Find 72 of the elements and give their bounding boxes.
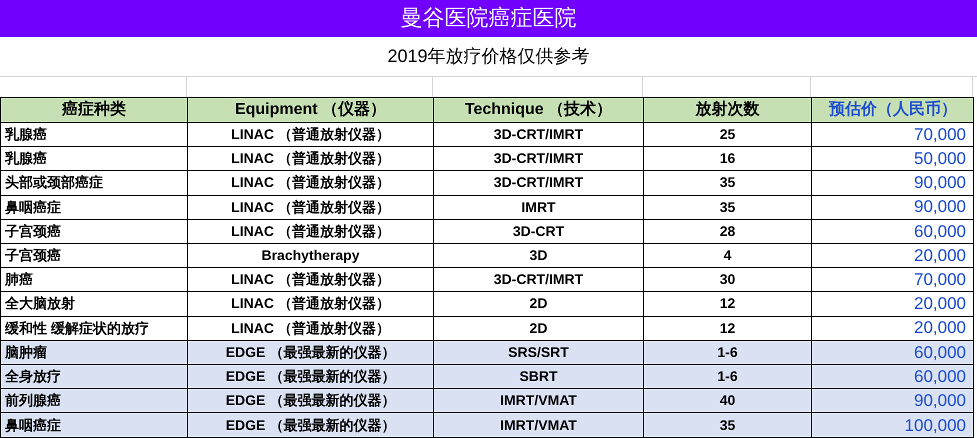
column-header: 癌症种类 bbox=[1, 98, 188, 122]
table-cell: LINAC （普通放射仪器） bbox=[188, 196, 434, 219]
table-cell: SRS/SRT bbox=[434, 340, 644, 364]
table-cell: 1-6 bbox=[644, 340, 812, 364]
table-cell: EDGE （最强最新的仪器） bbox=[188, 340, 434, 364]
table-cell: IMRT/VMAT bbox=[434, 389, 644, 412]
table-cell: LINAC （普通放射仪器） bbox=[188, 292, 434, 316]
table-cell: 2D bbox=[434, 292, 644, 316]
table-cell: 鼻咽癌症 bbox=[1, 196, 188, 219]
table-cell: LINAC （普通放射仪器） bbox=[188, 171, 434, 195]
sheet-subtitle: 2019年放疗价格仅供参考 bbox=[0, 37, 977, 77]
table-cell-text: 100,000 bbox=[904, 414, 967, 437]
table-cell: 35 bbox=[644, 413, 812, 438]
table-cell: 40 bbox=[644, 389, 812, 412]
table-cell: 乳腺癌 bbox=[1, 123, 188, 146]
table-cell: 鼻咽癌症 bbox=[1, 413, 188, 438]
table-cell-text: 50,000 bbox=[913, 148, 967, 170]
table-cell: 3D-CRT/IMRT bbox=[434, 171, 644, 195]
table-cell: 12 bbox=[644, 316, 812, 340]
table-cell: 3D-CRT/IMRT bbox=[434, 147, 644, 170]
table-cell: 25 bbox=[644, 123, 812, 146]
table-cell: 子宫颈癌 bbox=[1, 244, 188, 268]
table-cell: IMRT/VMAT bbox=[434, 413, 644, 438]
table-cell: LINAC （普通放射仪器） bbox=[188, 123, 434, 146]
table-cell: 前列腺癌 bbox=[1, 389, 188, 412]
table-cell: LINAC （普通放射仪器） bbox=[188, 147, 434, 170]
table-cell: LINAC （普通放射仪器） bbox=[188, 220, 434, 243]
table-cell: 12 bbox=[644, 292, 812, 316]
table-cell: 3D-CRT/IMRT bbox=[434, 123, 644, 146]
table-cell: 4 bbox=[644, 244, 812, 268]
table-cell: 子宫颈癌 bbox=[1, 220, 188, 243]
table-cell: EDGE （最强最新的仪器） bbox=[188, 364, 434, 388]
table-cell: IMRT bbox=[434, 196, 644, 219]
sheet-title: 曼谷医院癌症医院 bbox=[0, 0, 977, 37]
table-cell: 全身放疗 bbox=[1, 364, 188, 388]
table-cell-text: 20,000 bbox=[913, 244, 967, 267]
table-cell-text: 90,000 bbox=[913, 196, 967, 218]
table-cell: LINAC （普通放射仪器） bbox=[188, 268, 434, 292]
table-cell: EDGE （最强最新的仪器） bbox=[188, 389, 434, 412]
table-cell-text: 70,000 bbox=[913, 268, 967, 291]
table-cell: 2D bbox=[434, 316, 644, 340]
column-header: Technique （技术） bbox=[434, 98, 644, 122]
table-cell: 乳腺癌 bbox=[1, 147, 188, 170]
table-cell-text: 20,000 bbox=[913, 293, 967, 316]
table-cell: 1-6 bbox=[644, 364, 812, 388]
table-cell: 3D bbox=[434, 244, 644, 268]
table-cell-text: 60,000 bbox=[913, 366, 967, 388]
table-cell: 16 bbox=[644, 147, 812, 170]
table-cell: 3D-CRT/IMRT bbox=[434, 268, 644, 292]
table-cell: 30 bbox=[644, 268, 812, 292]
table-cell-text: 70,000 bbox=[913, 124, 967, 146]
table-cell: 全大脑放射 bbox=[1, 292, 188, 316]
table-cell-text: 90,000 bbox=[913, 172, 967, 194]
table-cell-text: 60,000 bbox=[913, 220, 967, 243]
table-cell-text: 60,000 bbox=[913, 342, 967, 364]
column-header: 放射次数 bbox=[644, 98, 812, 122]
table-cell: Brachytherapy bbox=[188, 244, 434, 268]
table-cell: 3D-CRT bbox=[434, 220, 644, 243]
table-cell: 肺癌 bbox=[1, 268, 188, 292]
table-cell: LINAC （普通放射仪器） bbox=[188, 316, 434, 340]
table-cell-text: 90,000 bbox=[913, 390, 967, 412]
table-cell: 35 bbox=[644, 196, 812, 219]
table-cell: 28 bbox=[644, 220, 812, 243]
table-cell: 35 bbox=[644, 171, 812, 195]
column-header: 预估价（人民币） bbox=[828, 99, 958, 120]
table-cell-text: 20,000 bbox=[913, 317, 967, 340]
column-header: Equipment （仪器） bbox=[188, 98, 434, 122]
table-cell: SBRT bbox=[434, 364, 644, 388]
table-cell: 缓和性 缓解症状的放疗 bbox=[1, 316, 188, 340]
table-cell: 脑肿瘤 bbox=[1, 340, 188, 364]
table-cell: EDGE （最强最新的仪器） bbox=[188, 413, 434, 438]
table-cell: 头部或颈部癌症 bbox=[1, 171, 188, 195]
